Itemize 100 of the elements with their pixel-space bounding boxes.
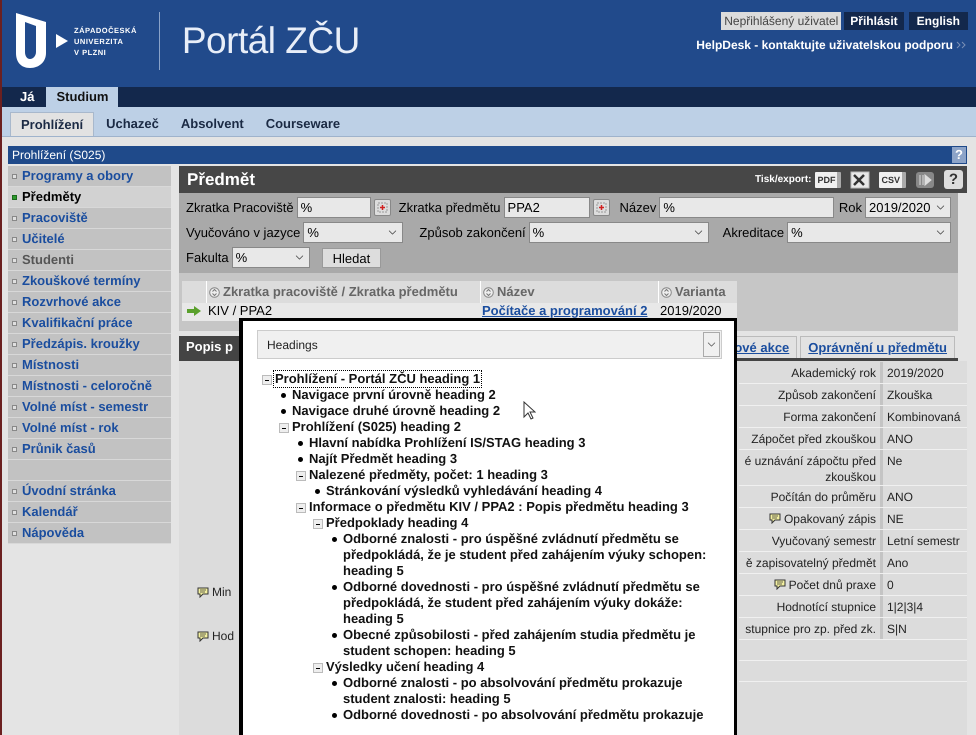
- filter-label: Název: [620, 198, 656, 217]
- heading-item[interactable]: Obecné způsobilosti - před zahájením studia předmětu je student schopen: heading 5: [342, 627, 722, 659]
- heading-item[interactable]: Předpoklady heading 4: [325, 515, 470, 531]
- collapse-button[interactable]: [312, 663, 322, 673]
- sidebar-item[interactable]: Zkouškové termíny: [8, 271, 171, 292]
- heading-item[interactable]: Odborné dovednosti - pro úspěšné zvládnutí předmětu se předpokládá, že student před zahájením výuky dokáže: heading 5: [342, 579, 722, 627]
- detail-tab[interactable]: Popis p: [179, 336, 240, 358]
- nav-tab[interactable]: Já: [10, 87, 44, 107]
- heading-item[interactable]: Najít Předmět heading 3: [308, 451, 458, 467]
- login-button[interactable]: Přihlásit: [844, 12, 904, 30]
- csv-export-button[interactable]: CSV: [879, 172, 906, 188]
- detail-value: ANO: [886, 431, 914, 448]
- sidebar-item[interactable]: Učitelé: [8, 229, 171, 250]
- collapse-button[interactable]: [278, 423, 288, 433]
- detail-label: Akademický rok: [791, 365, 876, 381]
- filter-label: Fakulta: [186, 248, 229, 267]
- sidebar-item[interactable]: Kvalifikační práce: [8, 313, 171, 334]
- filter-label: Vyučováno v jazyce: [186, 224, 300, 242]
- sidebar-item[interactable]: Místnosti - celoročně: [8, 376, 171, 397]
- sidebar-item[interactable]: Nápověda: [8, 523, 171, 544]
- detail-value: S|N: [886, 621, 908, 638]
- detail-label: stupnice pro zp. před zk.: [745, 621, 876, 637]
- detail-value: Ne: [886, 453, 904, 470]
- dropdown[interactable]: %: [787, 222, 952, 243]
- collapse-button[interactable]: [296, 471, 306, 481]
- heading-item[interactable]: Stránkování výsledků vyhledávání heading 4: [325, 483, 603, 499]
- sidebar-item[interactable]: Pracoviště: [8, 208, 171, 229]
- detail-label: Hod: [212, 628, 234, 645]
- nav-tab[interactable]: Studium: [46, 87, 118, 107]
- text-field[interactable]: PPA2: [504, 197, 590, 218]
- collapse-button[interactable]: [262, 375, 272, 385]
- headings-dropdown[interactable]: Headings: [257, 330, 722, 359]
- sidebar-item[interactable]: Volné míst - semestr: [8, 397, 171, 418]
- bullet-icon: [332, 537, 337, 542]
- dropdown[interactable]: 2019/2020: [865, 197, 951, 218]
- heading-item[interactable]: Navigace druhé úrovně heading 2: [291, 403, 502, 419]
- dropdown[interactable]: %: [528, 222, 709, 243]
- detail-label: Forma zakončení: [783, 409, 876, 425]
- heading-item[interactable]: Odborné dovednosti - po absolvování předmětu prokazuje: [342, 707, 704, 723]
- filter-label: Akreditace: [722, 224, 784, 242]
- detail-value: Ano: [886, 555, 910, 572]
- help-button[interactable]: ?: [944, 170, 963, 189]
- text-field[interactable]: %: [296, 197, 371, 218]
- bullet-icon: [281, 409, 286, 414]
- helpdesk-link[interactable]: HelpDesk - kontaktujte uživatelskou podporu: [696, 36, 953, 54]
- clear-icon: [376, 202, 388, 213]
- bullet-icon: [281, 393, 286, 398]
- sidebar-item[interactable]: Průnik časů: [8, 439, 171, 460]
- sidebar-item[interactable]: Předměty: [8, 187, 171, 208]
- nav-tab[interactable]: Absolvent: [170, 112, 254, 136]
- heading-item[interactable]: Odborné znalosti - pro úspěšné zvládnutí předmětu se předpokládá, že je student před zahájením výuky schopen: heading 5: [342, 531, 722, 579]
- detail-tab[interactable]: Oprávnění u předmětu: [800, 336, 955, 358]
- dropdown[interactable]: %: [232, 247, 310, 268]
- sidebar-item[interactable]: Předzápis. kroužky: [8, 334, 171, 355]
- text-field[interactable]: %: [659, 197, 834, 218]
- sidebar-item[interactable]: Rozvrhové akce: [8, 292, 171, 313]
- clear-button[interactable]: [374, 199, 391, 216]
- detail-value: 0: [886, 577, 895, 594]
- sort-icon[interactable]: [661, 286, 672, 298]
- nav-tab[interactable]: Prohlížení: [10, 112, 94, 136]
- mouse-pointer-icon: [523, 401, 536, 420]
- export-label: Tisk/export:: [754, 173, 812, 187]
- nav-tab[interactable]: Uchazeč: [96, 112, 169, 136]
- heading-item[interactable]: Výsledky učení heading 4: [325, 659, 486, 675]
- heading-item[interactable]: Informace o předmětu KIV / PPA2 : Popis předmětu heading 3: [308, 499, 690, 515]
- sidebar-item[interactable]: Volné míst - rok: [8, 418, 171, 439]
- dropdown[interactable]: %: [303, 222, 404, 243]
- subject-link[interactable]: Počítače a programování 2: [480, 303, 658, 319]
- spreadsheet-icon[interactable]: [850, 170, 870, 188]
- detail-label: Počítán do průměru: [770, 489, 876, 505]
- collapse-button[interactable]: [296, 503, 306, 513]
- nav-tab[interactable]: Courseware: [256, 112, 350, 136]
- filter-label: Zkratka Pracoviště: [186, 198, 294, 217]
- search-button[interactable]: Hledat: [322, 248, 382, 268]
- heading-item[interactable]: Nalezené předměty, počet: 1 heading 3: [308, 467, 549, 483]
- clear-button[interactable]: [592, 199, 610, 216]
- panel-title: Předmět: [187, 168, 256, 191]
- detail-label: Zápočet před zkouškou: [751, 431, 876, 447]
- table-cell-text: KIV / PPA2: [207, 303, 274, 319]
- sidebar-item[interactable]: Místnosti: [8, 355, 171, 376]
- language-button[interactable]: English: [908, 12, 968, 30]
- detail-value: 1|2|3|4: [886, 599, 924, 616]
- bullet-icon: [332, 713, 337, 718]
- sidebar-item[interactable]: Kalendář: [8, 502, 171, 523]
- heading-item[interactable]: Prohlížení (S025) heading 2: [291, 419, 462, 435]
- detail-value: ANO: [886, 489, 914, 506]
- detail-label: é uznávání zápočtu před zkouškou: [744, 453, 876, 485]
- bullet-icon: [315, 489, 320, 494]
- sort-icon[interactable]: [209, 286, 220, 298]
- skip-icon[interactable]: [915, 170, 935, 188]
- heading-item[interactable]: Navigace první úrovně heading 2: [291, 387, 497, 403]
- sidebar-item[interactable]: Programy a obory: [8, 166, 171, 187]
- collapse-button[interactable]: [312, 519, 322, 529]
- heading-item[interactable]: Prohlížení - Portál ZČU heading 1: [274, 371, 482, 387]
- sidebar-item[interactable]: Úvodní stránka: [8, 481, 171, 502]
- detail-label: Vyučovaný semestr: [772, 533, 876, 549]
- sort-icon[interactable]: [483, 286, 494, 298]
- heading-item[interactable]: Odborné znalosti - po absolvování předmětu prokazuje student znalosti: heading 5: [342, 675, 722, 707]
- pdf-export-button[interactable]: PDF: [815, 172, 842, 188]
- heading-item[interactable]: Hlavní nabídka Prohlížení IS/STAG heading 3: [308, 435, 586, 451]
